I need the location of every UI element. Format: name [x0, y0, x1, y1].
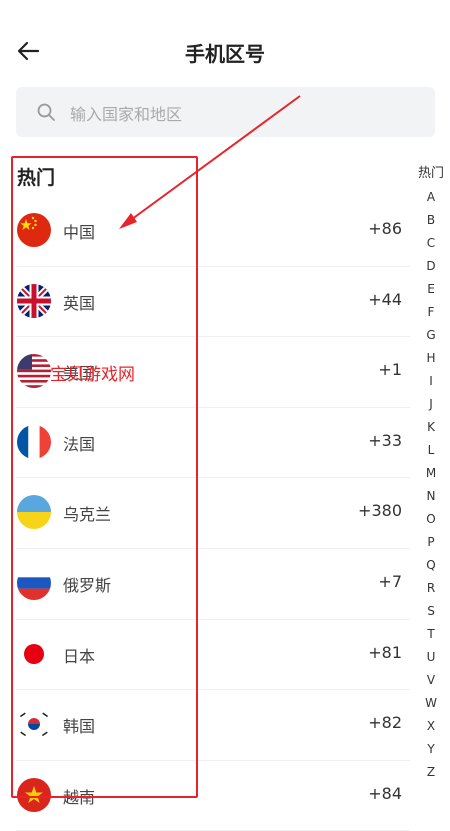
index-letter[interactable]: W	[412, 692, 450, 715]
country-code: +81	[368, 642, 402, 662]
page-title: 手机区号	[185, 42, 265, 66]
france-flag-icon	[17, 424, 51, 459]
index-letter[interactable]: J	[412, 393, 450, 416]
ukraine-flag-icon	[17, 495, 51, 530]
country-row-china[interactable]: 中国 +86	[16, 196, 410, 267]
country-code: +380	[358, 501, 402, 521]
index-letter[interactable]: E	[412, 278, 450, 301]
index-letter[interactable]: D	[412, 255, 450, 278]
index-letter[interactable]: Z	[412, 761, 450, 784]
country-row-korea[interactable]: 韩国 +82	[16, 690, 410, 761]
country-name: 中国	[63, 223, 96, 242]
index-letter[interactable]: L	[412, 439, 450, 462]
country-code: +82	[368, 713, 402, 733]
country-row-france[interactable]: 法国 +33	[16, 408, 410, 479]
japan-flag-icon	[17, 636, 51, 671]
country-code: +44	[368, 289, 402, 309]
index-letter[interactable]: V	[412, 669, 450, 692]
index-letter[interactable]: G	[412, 324, 450, 347]
index-letter[interactable]: Y	[412, 738, 450, 761]
index-letter[interactable]: P	[412, 531, 450, 554]
country-code: +7	[378, 571, 402, 591]
country-code: +1	[378, 360, 402, 380]
index-letter[interactable]: K	[412, 416, 450, 439]
search-input[interactable]: 输入国家和地区	[16, 87, 435, 137]
country-name: 法国	[63, 434, 96, 454]
usa-flag-icon	[17, 354, 51, 389]
index-letter[interactable]: O	[412, 508, 450, 531]
index-letter[interactable]: R	[412, 577, 450, 600]
country-name: 日本	[63, 646, 96, 666]
country-name: 乌克兰	[63, 505, 112, 525]
country-row-ukraine[interactable]: 乌克兰 +380	[16, 478, 410, 549]
header: 手机区号	[0, 0, 450, 80]
country-row-japan[interactable]: 日本 +81	[16, 620, 410, 691]
country-name: 韩国	[63, 717, 96, 737]
russia-flag-icon	[17, 565, 51, 600]
index-letter[interactable]: X	[412, 715, 450, 738]
korea-flag-icon	[17, 707, 51, 742]
section-title-hot: 热门	[17, 167, 56, 189]
index-letter[interactable]: U	[412, 646, 450, 669]
index-letter[interactable]: C	[412, 232, 450, 255]
search-placeholder: 输入国家和地区	[70, 105, 183, 124]
country-name: 越南	[63, 787, 96, 807]
index-letter[interactable]: I	[412, 370, 450, 393]
country-row-russia[interactable]: 俄罗斯 +7	[16, 549, 410, 620]
index-letter[interactable]: F	[412, 301, 450, 324]
country-name: 英国	[63, 293, 96, 313]
country-row-vietnam[interactable]: 越南 +84	[16, 761, 410, 831]
index-hot[interactable]: 热门	[412, 164, 450, 184]
country-list: 中国 +86 英国 +44 美国 +1 法国 +33 乌克兰 +380 俄罗斯 …	[0, 196, 410, 831]
country-name: 俄罗斯	[63, 575, 112, 595]
index-letter[interactable]: S	[412, 600, 450, 623]
index-letter[interactable]: N	[412, 485, 450, 508]
index-letter[interactable]: Q	[412, 554, 450, 577]
alphabet-index[interactable]: 热门 A B C D E F G H I J K L M N O P Q R S…	[412, 164, 450, 784]
country-code: +33	[368, 430, 402, 450]
index-letter[interactable]: A	[412, 186, 450, 209]
index-letter[interactable]: B	[412, 209, 450, 232]
search-icon	[37, 103, 55, 121]
watermark-text: 宝贝游戏网	[50, 365, 135, 385]
china-flag-icon	[17, 213, 51, 247]
index-letter[interactable]: H	[412, 347, 450, 370]
country-code: +86	[368, 219, 402, 238]
country-row-uk[interactable]: 英国 +44	[16, 267, 410, 338]
index-letter[interactable]: T	[412, 623, 450, 646]
index-letter[interactable]: M	[412, 462, 450, 485]
uk-flag-icon	[17, 283, 51, 318]
vietnam-flag-icon	[17, 777, 51, 812]
